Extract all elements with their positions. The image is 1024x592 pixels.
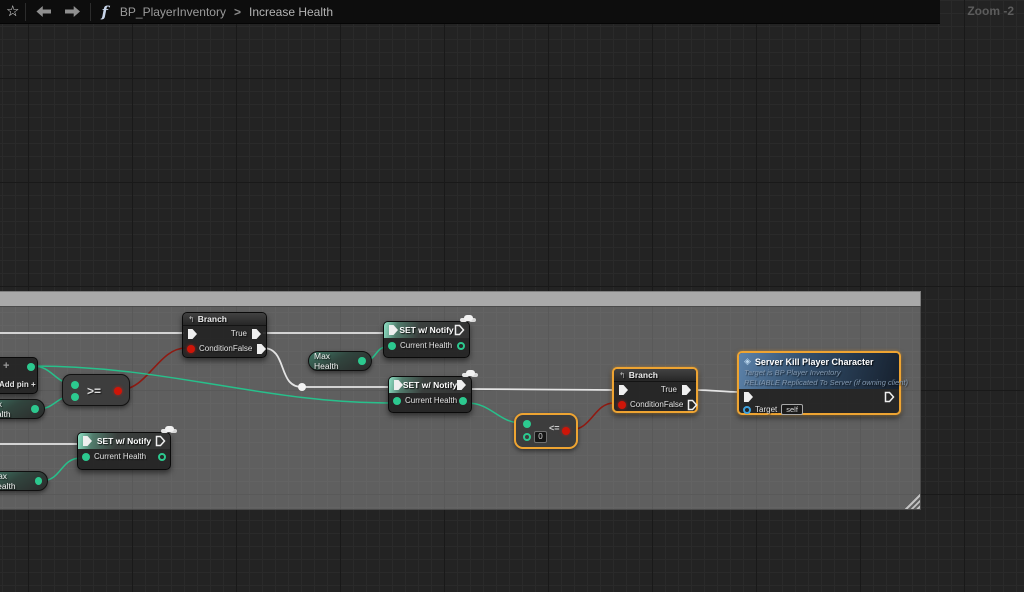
current-health-label: Current Health (405, 396, 457, 405)
false-exec-pin[interactable] (256, 343, 267, 355)
ge-input-a-pin[interactable] (71, 381, 79, 389)
blueprint-editor: ☆ f BP_PlayerInventory > Increase Health… (0, 0, 1024, 592)
branch-icon: ↰ (188, 315, 195, 324)
rep-notify-cloud-icon (165, 426, 174, 432)
branch-title: Branch (198, 314, 227, 324)
node-branch-1[interactable]: ↰ Branch True Condition False (182, 312, 267, 358)
rep-notify-cloud-icon (464, 315, 473, 321)
breadcrumb-current[interactable]: Increase Health (249, 5, 333, 19)
node-get-max-health-3[interactable]: Max Health (0, 471, 48, 491)
node-less-equal[interactable]: 0 <= (514, 413, 578, 449)
breadcrumb-separator-icon: > (234, 5, 241, 19)
back-arrow-icon[interactable] (36, 6, 51, 17)
breadcrumb-root[interactable]: BP_PlayerInventory (120, 5, 226, 19)
current-health-in-pin[interactable] (393, 397, 401, 405)
max-health-output-pin[interactable] (31, 405, 39, 413)
exec-out-pin[interactable] (884, 391, 895, 403)
zoom-level-indicator: Zoom -2 (967, 4, 1014, 18)
comment-box-title-bar[interactable] (0, 291, 921, 306)
node-branch-2[interactable]: ↰ Branch True Condition False (612, 367, 698, 413)
node-set-notify-1[interactable]: SET w/ Notify Current Health (383, 321, 470, 358)
graph-toolbar: ☆ f BP_PlayerInventory > Increase Health (0, 0, 940, 24)
current-health-in-pin[interactable] (388, 342, 396, 350)
true-exec-pin[interactable] (681, 384, 692, 396)
node-get-max-health-1[interactable]: Max Health (0, 399, 45, 419)
current-health-label: Current Health (94, 452, 146, 461)
exec-in-pin[interactable] (618, 384, 629, 396)
add-output-pin[interactable] (27, 363, 35, 371)
target-label: Target (755, 405, 777, 414)
ge-input-b-pin[interactable] (71, 393, 79, 401)
exec-in-pin[interactable] (187, 328, 198, 340)
function-call-icon: ◈ (744, 356, 751, 367)
le-default-value-field[interactable]: 0 (534, 431, 547, 443)
ge-operator-glyph: >= (87, 384, 101, 398)
true-exec-pin[interactable] (251, 328, 262, 340)
toolbar-divider (25, 3, 26, 21)
exec-out-pin[interactable] (155, 435, 166, 447)
exec-out-pin[interactable] (456, 379, 467, 391)
variable-label: Max Health (0, 471, 31, 491)
node-add[interactable]: + Add pin + (0, 357, 38, 394)
exec-in-pin[interactable] (743, 391, 754, 403)
false-label: False (233, 344, 253, 353)
condition-pin[interactable] (187, 345, 195, 353)
false-exec-pin[interactable] (687, 399, 698, 411)
node-server-kill-player-character[interactable]: ◈ Server Kill Player Character Target is… (737, 351, 901, 415)
le-input-b-pin[interactable] (523, 433, 531, 441)
current-health-label: Current Health (400, 341, 452, 350)
forward-arrow-icon[interactable] (65, 6, 80, 17)
add-watermark-icon: + (3, 360, 9, 372)
server-kill-subtitle-target: Target is BP Player Inventory (744, 368, 894, 377)
true-label: True (661, 385, 677, 394)
node-get-max-health-2[interactable]: Max Health (308, 351, 372, 371)
add-pin-label[interactable]: Add pin + (0, 380, 36, 389)
node-set-notify-2[interactable]: SET w/ Notify Current Health (388, 376, 472, 413)
current-health-out-pin[interactable] (457, 342, 465, 350)
favorite-star-icon[interactable]: ☆ (6, 4, 19, 19)
exec-in-pin[interactable] (393, 379, 404, 391)
max-health-output-pin[interactable] (358, 357, 366, 365)
current-health-out-pin[interactable] (158, 453, 166, 461)
current-health-in-pin[interactable] (82, 453, 90, 461)
condition-pin[interactable] (618, 401, 626, 409)
branch-title: Branch (629, 370, 658, 380)
le-operator-glyph: <= (549, 423, 560, 433)
le-output-pin[interactable] (562, 427, 570, 435)
target-pin[interactable] (743, 406, 751, 414)
condition-label: Condition (199, 344, 233, 353)
toolbar-divider (90, 3, 91, 21)
exec-in-pin[interactable] (82, 435, 93, 447)
condition-label: Condition (630, 400, 664, 409)
variable-label: Max Health (0, 399, 27, 419)
current-health-out-pin[interactable] (459, 397, 467, 405)
max-health-output-pin[interactable] (35, 477, 42, 485)
variable-label: Max Health (314, 351, 354, 371)
true-label: True (231, 329, 247, 338)
rep-notify-cloud-icon (466, 370, 475, 376)
le-input-a-pin[interactable] (523, 420, 531, 428)
node-set-notify-3[interactable]: SET w/ Notify Current Health (77, 432, 171, 470)
target-value-field[interactable]: self (781, 404, 803, 415)
server-kill-subtitle-replication: RELIABLE Replicated To Server (if owning… (744, 378, 894, 387)
exec-out-pin[interactable] (454, 324, 465, 336)
branch-icon: ↰ (619, 371, 626, 380)
reroute-node[interactable] (298, 383, 306, 391)
exec-in-pin[interactable] (388, 324, 399, 336)
function-graph-icon: f (101, 3, 107, 21)
node-greater-equal[interactable]: >= (62, 374, 130, 406)
ge-output-pin[interactable] (114, 387, 122, 395)
false-label: False (664, 400, 684, 409)
server-kill-title: Server Kill Player Character (755, 357, 874, 367)
